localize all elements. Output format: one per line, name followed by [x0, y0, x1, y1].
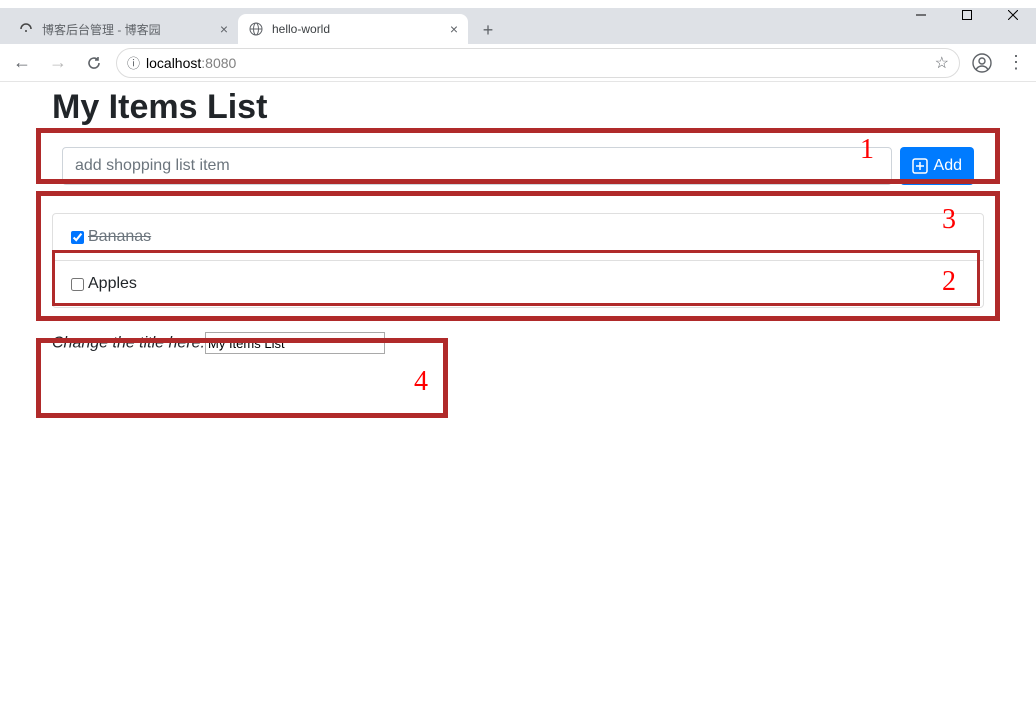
item-checkbox[interactable]: [71, 231, 84, 244]
tab-active-1[interactable]: hello-world ×: [238, 14, 468, 44]
new-item-input[interactable]: [62, 147, 892, 185]
site-info-icon[interactable]: ⓘ: [127, 53, 140, 72]
item-checkbox[interactable]: [71, 278, 84, 291]
address-bar[interactable]: ⓘ localhost:8080 ☆: [116, 48, 960, 78]
add-button-label: Add: [934, 157, 962, 175]
tab-strip: 博客后台管理 - 博客园 × hello-world × +: [0, 8, 1036, 44]
plus-square-icon: [912, 158, 928, 174]
title-change-label: Change the title here:: [52, 335, 205, 352]
favicon-globe-icon: [248, 21, 264, 37]
tab-close-icon[interactable]: ×: [220, 21, 228, 37]
favicon-cnblogs-icon: [18, 21, 34, 37]
bookmark-star-icon[interactable]: ☆: [935, 53, 949, 73]
page-title: My Items List: [52, 88, 1036, 127]
tab-inactive-0[interactable]: 博客后台管理 - 博客园 ×: [8, 14, 238, 44]
tab-title: hello-world: [272, 22, 442, 36]
add-button[interactable]: Add: [900, 147, 974, 185]
profile-avatar-button[interactable]: [968, 49, 996, 77]
new-tab-button[interactable]: +: [474, 16, 502, 44]
reload-button[interactable]: [80, 49, 108, 77]
minimize-button[interactable]: [898, 0, 944, 30]
items-list: Bananas Apples: [52, 213, 984, 308]
close-button[interactable]: [990, 0, 1036, 30]
back-button[interactable]: ←: [8, 49, 36, 77]
tab-title: 博客后台管理 - 博客园: [42, 21, 212, 38]
annotation-number-4: 4: [414, 366, 428, 398]
title-change-row: Change the title here:: [52, 332, 1036, 354]
tab-close-icon[interactable]: ×: [450, 21, 458, 37]
maximize-button[interactable]: [944, 0, 990, 30]
list-item: Apples: [53, 261, 983, 307]
url-port: :8080: [201, 55, 236, 71]
item-text: Apples: [88, 275, 137, 293]
toolbar: ← → ⓘ localhost:8080 ☆ ⋮: [0, 44, 1036, 82]
item-text: Bananas: [88, 228, 151, 246]
window-controls: [898, 0, 1036, 30]
page-content: My Items List Add Bananas Apples Change …: [0, 82, 1036, 354]
title-input[interactable]: [205, 332, 385, 354]
add-item-row: Add: [52, 133, 984, 199]
url-host: localhost: [146, 55, 201, 71]
forward-button[interactable]: →: [44, 49, 72, 77]
menu-button[interactable]: ⋮: [1004, 52, 1028, 73]
list-item: Bananas: [53, 214, 983, 261]
